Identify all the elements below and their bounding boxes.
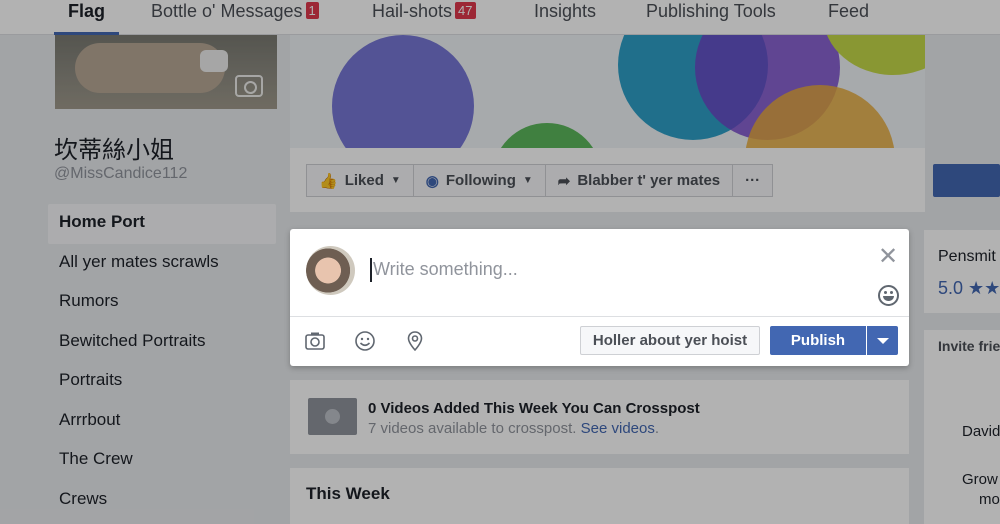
holler-button[interactable]: Holler about yer hoist	[580, 326, 760, 355]
post-text-input[interactable]: Write something...	[370, 258, 850, 282]
close-icon[interactable]: ✕	[878, 245, 898, 269]
feeling-icon[interactable]	[354, 330, 376, 352]
divider	[290, 316, 909, 317]
publish-options-dropdown[interactable]	[867, 326, 898, 355]
photo-icon[interactable]	[304, 330, 326, 352]
location-pin-icon[interactable]	[404, 330, 426, 352]
publish-button[interactable]: Publish	[770, 326, 866, 355]
post-composer: Write something... ✕ Holler about yer ho…	[290, 229, 909, 366]
emoji-icon[interactable]	[878, 285, 899, 306]
avatar	[306, 246, 355, 295]
